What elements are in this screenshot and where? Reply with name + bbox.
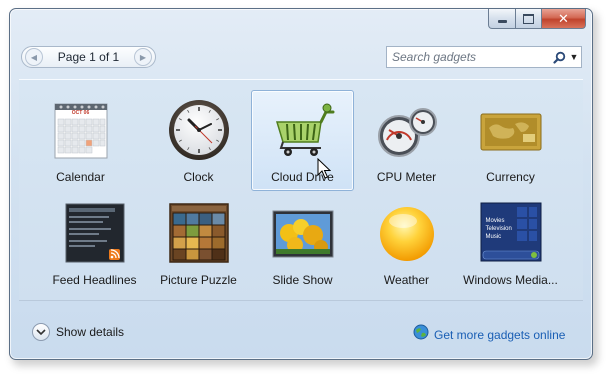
maximize-icon xyxy=(523,13,534,24)
gadget-tile-picture-puzzle[interactable]: Picture Puzzle xyxy=(147,193,250,294)
gadget-gallery-window: ✕ ◀ Page 1 of 1 ▶ ▼ xyxy=(9,8,593,360)
show-details-label: Show details xyxy=(56,325,125,339)
show-details-toggle[interactable]: Show details xyxy=(32,323,124,341)
gadget-label: Windows Media... xyxy=(463,273,558,287)
gauge-icon xyxy=(375,98,439,162)
gadget-tile-slide-show[interactable]: Slide Show xyxy=(251,193,354,294)
gadget-label: Currency xyxy=(486,170,535,184)
puzzle-icon xyxy=(167,201,231,265)
gadget-label: CPU Meter xyxy=(376,170,437,184)
gadget-label: Picture Puzzle xyxy=(160,273,237,287)
search-options-dropdown[interactable]: ▼ xyxy=(567,52,581,62)
calendar-month-label: OCT 06 xyxy=(71,110,90,116)
slideshow-icon xyxy=(271,201,335,265)
calendar-icon: OCT 06 xyxy=(49,98,113,162)
gadget-label: Calendar xyxy=(56,170,105,184)
chevron-left-icon: ◀ xyxy=(30,52,38,62)
gadget-tile-currency[interactable]: Currency xyxy=(459,90,562,191)
search-input[interactable] xyxy=(387,50,551,64)
clock-icon xyxy=(167,98,231,162)
prev-page-button[interactable]: ◀ xyxy=(25,48,43,66)
gadget-tile-cloud-drive[interactable]: Cloud Drive xyxy=(251,90,354,191)
gadget-tile-weather[interactable]: Weather xyxy=(355,193,458,294)
currency-icon xyxy=(479,98,543,162)
media-menu: Movies Television Music xyxy=(486,217,512,241)
shopping-cart-icon xyxy=(271,98,335,162)
media-menu-item: Television xyxy=(485,226,512,232)
search-box: ▼ xyxy=(386,46,582,68)
next-page-button[interactable]: ▶ xyxy=(133,48,152,66)
get-more-gadgets-label: Get more gadgets online xyxy=(434,327,566,342)
globe-icon xyxy=(413,324,429,345)
gadget-label: Slide Show xyxy=(272,273,333,287)
window-caption-buttons: ✕ xyxy=(488,9,586,29)
minimize-button[interactable] xyxy=(488,9,516,29)
page-navigator: ◀ Page 1 of 1 ▶ xyxy=(21,46,156,68)
maximize-button[interactable] xyxy=(516,9,542,29)
gadget-tile-feed-headlines[interactable]: Feed Headlines xyxy=(43,193,146,294)
get-more-gadgets-link[interactable]: Get more gadgets online xyxy=(413,324,565,345)
minimize-icon xyxy=(497,20,507,23)
gadget-label: Weather xyxy=(383,273,430,287)
media-menu-item: Movies xyxy=(485,218,505,224)
gadget-grid: OCT 06 Calendar Clock Cloud Drive CPU Me… xyxy=(19,79,583,301)
page-label: Page 1 of 1 xyxy=(57,50,120,64)
media-menu-item: Music xyxy=(485,234,502,240)
gadget-tile-calendar[interactable]: OCT 06 Calendar xyxy=(29,90,132,191)
sun-icon xyxy=(375,201,439,265)
close-icon: ✕ xyxy=(558,11,569,26)
gadget-tile-windows-media[interactable]: Movies Television Music Windows Media... xyxy=(459,193,562,294)
media-center-icon: Movies Television Music xyxy=(479,201,543,265)
gadget-tile-clock[interactable]: Clock xyxy=(147,90,250,191)
chevron-down-circle-icon xyxy=(32,323,50,341)
mouse-cursor-icon xyxy=(317,157,332,185)
chevron-right-icon: ▶ xyxy=(139,52,147,62)
rss-feed-icon xyxy=(63,201,127,265)
close-button[interactable]: ✕ xyxy=(542,9,586,29)
chevron-down-icon: ▼ xyxy=(569,52,579,62)
gadget-tile-cpu-meter[interactable]: CPU Meter xyxy=(355,90,458,191)
gadget-label: Clock xyxy=(183,170,214,184)
search-icon[interactable] xyxy=(551,51,567,64)
gadget-label: Feed Headlines xyxy=(52,273,137,287)
